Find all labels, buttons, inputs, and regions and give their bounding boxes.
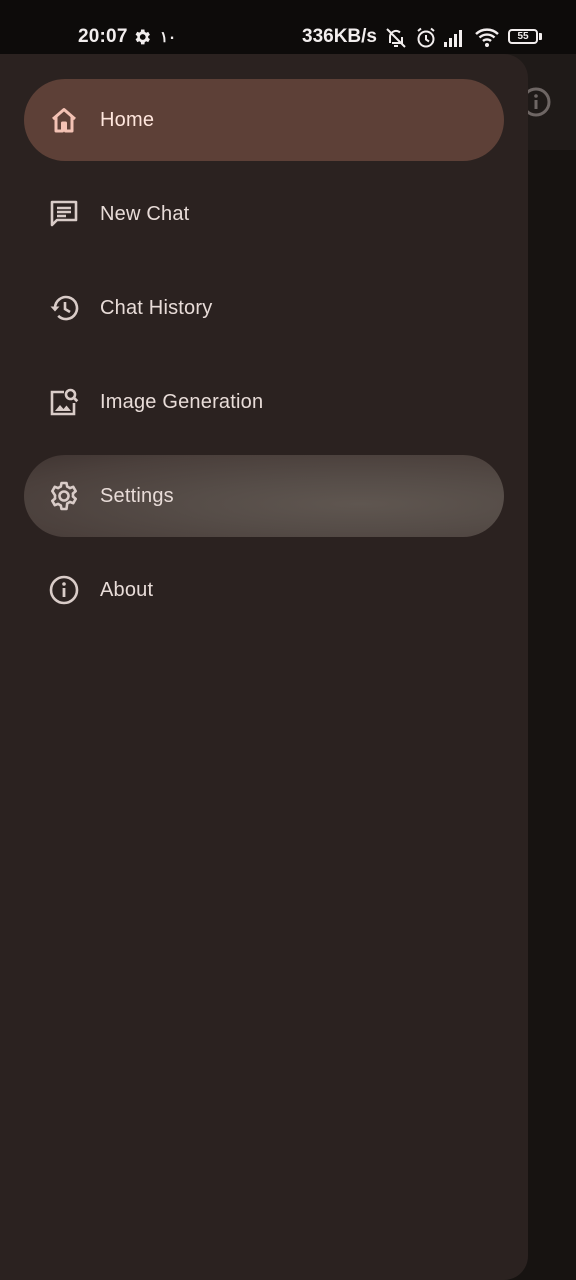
signal-icon — [444, 30, 462, 47]
battery-tip — [539, 33, 542, 40]
drawer-item-label: About — [100, 579, 154, 601]
drawer-item-label: Settings — [100, 485, 174, 507]
drawer-item-chat-history[interactable]: Chat History — [24, 267, 504, 349]
bell-off-icon — [386, 28, 406, 48]
battery-icon: 55 — [508, 29, 538, 44]
wifi-icon — [475, 28, 499, 47]
gear-icon — [135, 29, 150, 45]
drawer-item-label: Home — [100, 109, 155, 131]
drawer-item-home[interactable]: Home — [24, 79, 504, 161]
status-time: 20:07 — [78, 26, 128, 47]
drawer-item-settings[interactable]: Settings — [24, 455, 504, 537]
navigation-drawer: Home New Chat Chat History Image Generat… — [0, 54, 528, 1280]
drawer-item-label: New Chat — [100, 203, 190, 225]
drawer-item-about[interactable]: About — [24, 549, 504, 631]
drawer-item-new-chat[interactable]: New Chat — [24, 173, 504, 255]
status-bar: 20:07 ١٠ 336KB/s 55 — [0, 0, 576, 54]
drawer-item-image-generation[interactable]: Image Generation — [24, 361, 504, 443]
chat-icon — [50, 200, 78, 227]
drawer-item-label: Chat History — [100, 297, 213, 319]
gear-icon — [51, 481, 77, 511]
status-extra: ١٠ — [160, 29, 177, 46]
image-search-icon — [50, 388, 79, 416]
home-icon — [52, 108, 76, 133]
history-icon — [50, 295, 79, 321]
network-speed: 336KB/s — [302, 26, 377, 47]
info-icon — [49, 575, 79, 605]
alarm-icon — [417, 27, 435, 48]
drawer-item-label: Image Generation — [100, 391, 264, 413]
